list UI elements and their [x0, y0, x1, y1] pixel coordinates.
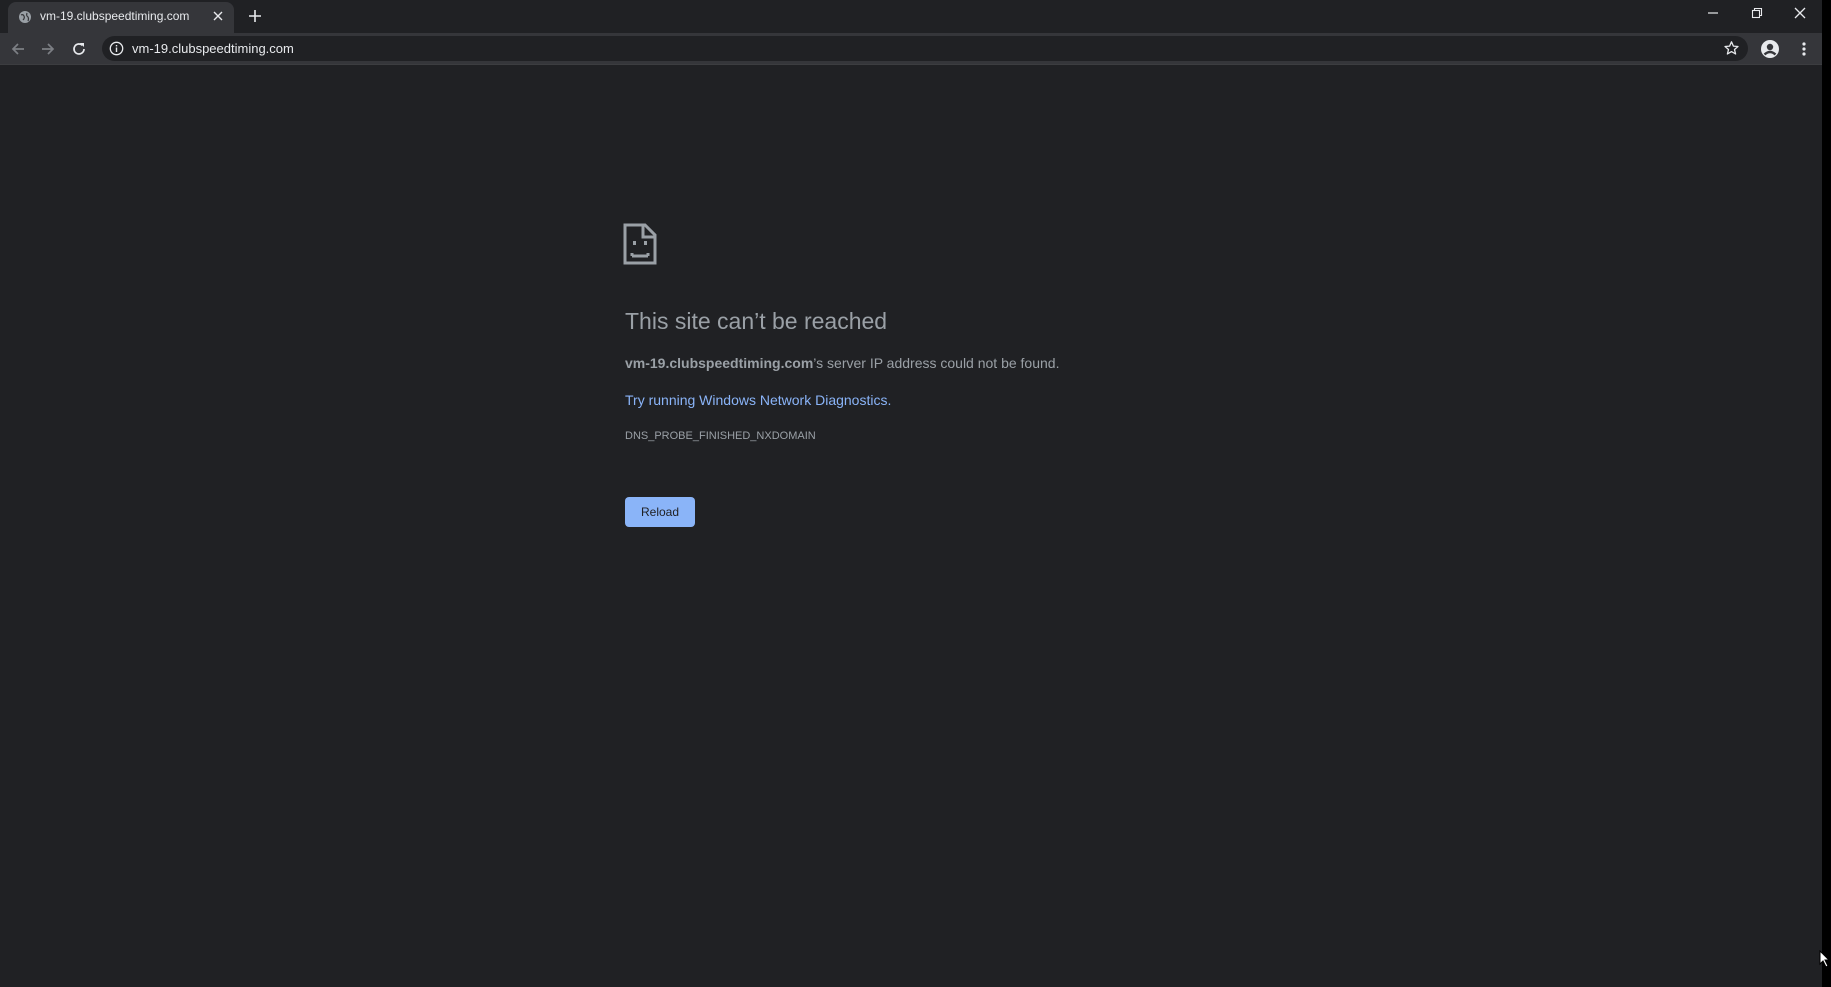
mouse-cursor-icon — [1819, 949, 1831, 968]
more-vertical-icon — [1802, 42, 1806, 56]
restore-button[interactable] — [1735, 0, 1779, 26]
close-icon — [1794, 7, 1806, 19]
refresh-icon — [73, 43, 85, 55]
page-content: This site can’t be reached vm-19.clubspe… — [0, 65, 1822, 987]
error-title: This site can’t be reached — [625, 308, 888, 334]
back-button[interactable] — [6, 37, 30, 61]
browser-toolbar: vm-19.clubspeedtiming.com — [0, 33, 1822, 65]
arrow-left-icon — [11, 43, 24, 55]
network-diagnostics-link[interactable]: Try running Windows Network Diagnostics. — [625, 392, 891, 408]
arrow-right-icon — [42, 43, 55, 55]
account-circle-icon — [1761, 40, 1779, 58]
reload-button[interactable]: Reload — [625, 497, 695, 527]
error-host: vm-19.clubspeedtiming.com — [625, 355, 814, 371]
close-tab-icon[interactable] — [210, 8, 226, 24]
address-bar[interactable]: vm-19.clubspeedtiming.com — [102, 36, 1748, 61]
globe-icon — [18, 10, 32, 24]
url-text[interactable]: vm-19.clubspeedtiming.com — [132, 41, 294, 56]
new-tab-button[interactable] — [244, 5, 266, 27]
plus-icon — [249, 10, 261, 22]
error-message-suffix: ’s server IP address could not be found. — [813, 355, 1060, 371]
tab-title: vm-19.clubspeedtiming.com — [40, 9, 190, 23]
restore-icon — [1751, 7, 1763, 19]
error-code: DNS_PROBE_FINISHED_NXDOMAIN — [625, 430, 816, 442]
sad-page-icon — [623, 223, 657, 265]
forward-button[interactable] — [36, 37, 60, 61]
profile-button[interactable] — [1758, 37, 1782, 61]
tab-strip: vm-19.clubspeedtiming.com — [0, 0, 1822, 33]
browser-tab[interactable]: vm-19.clubspeedtiming.com — [8, 2, 234, 33]
info-icon[interactable] — [109, 41, 124, 56]
menu-button[interactable] — [1792, 37, 1816, 61]
browser-window: vm-19.clubspeedtiming.com vm-19.clubspee… — [0, 0, 1822, 987]
minimize-icon — [1708, 12, 1718, 14]
close-window-button[interactable] — [1778, 0, 1822, 26]
reload-toolbar-button[interactable] — [67, 37, 91, 61]
bookmark-star-icon[interactable] — [1723, 40, 1740, 57]
minimize-button[interactable] — [1691, 0, 1735, 26]
error-message: vm-19.clubspeedtiming.com’s server IP ad… — [625, 355, 1059, 371]
